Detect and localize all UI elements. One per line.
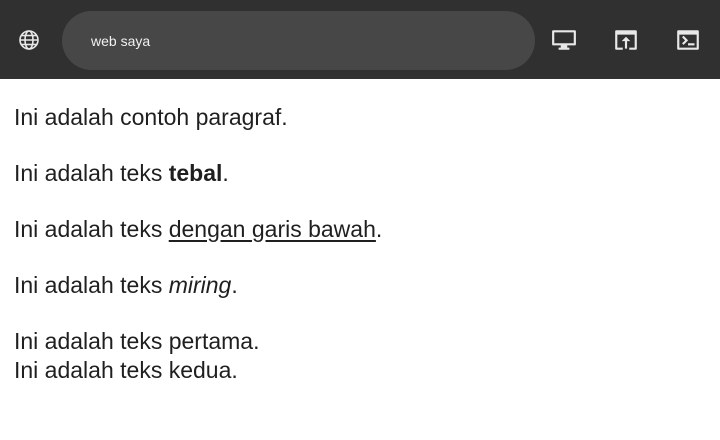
browser-toolbar: web saya [0, 0, 720, 79]
italic-text: miring [168, 272, 232, 298]
bold-prefix: Ini adalah teks [14, 160, 169, 186]
paragraph-italic: Ini adalah teks miring. [14, 271, 704, 300]
paragraph-example: Ini adalah contoh paragraf. [14, 103, 704, 132]
underline-suffix: . [375, 216, 383, 242]
open-in-new-icon[interactable] [606, 20, 646, 60]
underline-text: dengan garis bawah [168, 216, 376, 242]
address-bar[interactable]: web saya [62, 11, 535, 70]
paragraph-underline: Ini adalah teks dengan garis bawah. [14, 215, 704, 244]
line-second: Ini adalah teks kedua. [14, 357, 238, 383]
paragraph-text: Ini adalah contoh paragraf. [14, 104, 288, 130]
italic-suffix: . [231, 272, 238, 298]
paragraph-line-break: Ini adalah teks pertama. Ini adalah teks … [14, 327, 704, 385]
line-first: Ini adalah teks pertama. [14, 328, 260, 354]
underline-prefix: Ini adalah teks [14, 216, 169, 242]
terminal-icon[interactable] [668, 20, 708, 60]
bold-suffix: . [222, 160, 229, 186]
bold-text: tebal [168, 160, 223, 186]
page-content: Ini adalah contoh paragraf. Ini adalah t… [14, 103, 704, 385]
address-text: web saya [91, 32, 151, 49]
paragraph-bold: Ini adalah teks tebal. [14, 159, 704, 188]
italic-prefix: Ini adalah teks [14, 272, 169, 298]
globe-icon[interactable] [9, 20, 49, 60]
desktop-icon[interactable] [544, 20, 584, 60]
